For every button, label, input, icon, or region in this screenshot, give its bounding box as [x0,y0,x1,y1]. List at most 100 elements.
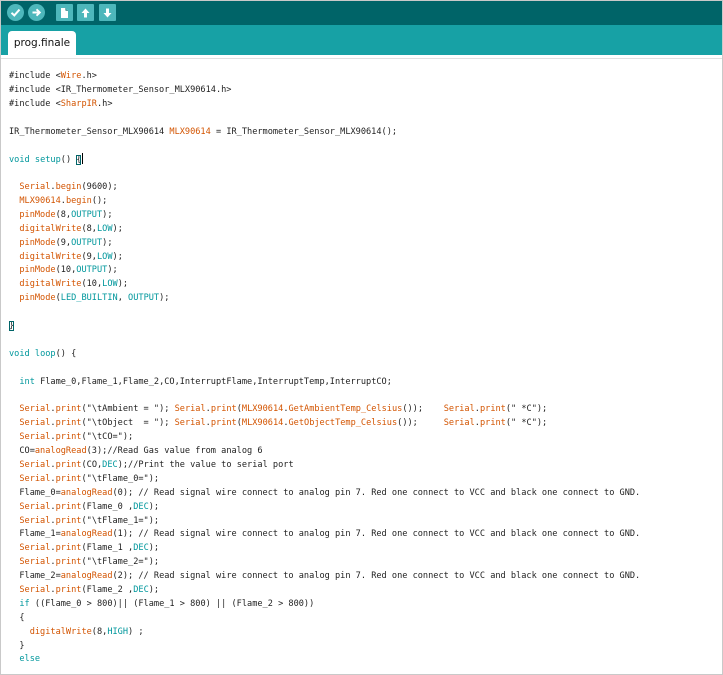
code-line: Serial.print(Flame_0 ,DEC); [9,501,640,515]
code-token: OUTPUT [76,265,108,276]
code-token: Serial [19,557,51,568]
code-token: ); [102,237,113,248]
ide-window: prog.finale #include <Wire.h> #include <I… [0,0,723,675]
code-token: = IR_Thermometer_Sensor_MLX90614(); [210,126,398,137]
code-token: print [55,473,82,484]
code-line: int Flame_0,Flame_1,Flame_2,CO,Interrupt… [9,376,640,390]
code-token: #include < [9,98,61,109]
code-line: Serial.print(Flame_1 ,DEC); [9,542,640,556]
code-token: Serial [19,432,51,443]
code-token: analogRead [60,529,113,540]
code-line: else [9,653,640,667]
code-token: LED_BUILTIN [60,293,118,304]
code-token: CO= [9,446,35,457]
code-token: , [117,293,129,304]
code-line: Serial.print("\tFlame_1="); [9,515,640,529]
code-token: Flame_2= [9,571,61,582]
code-line: } [9,320,640,334]
code-token: MLX90614 [241,404,284,415]
code-token: (2); // Read signal wire connect to anal… [112,571,641,582]
open-button[interactable] [77,4,94,21]
upload-button[interactable] [28,4,45,21]
code-token: (CO, [81,459,103,470]
code-line: digitalWrite(8,HIGH) ; [9,626,640,640]
code-token: ); [117,279,129,290]
code-token: ("\tObject = "); [81,418,175,429]
code-editor[interactable]: #include <Wire.h> #include <IR_Thermomete… [1,59,722,674]
code-token: int [19,376,35,387]
code-token: ); [107,265,118,276]
code-token: (" *C"); [505,418,548,429]
code-line: MLX90614.begin(); [9,195,640,209]
code-token: (8, [91,626,108,637]
code-line: Serial.print("\tObject = "); Serial.prin… [9,417,640,431]
code-token: print [210,404,237,415]
code-token: } [9,321,15,332]
code-token: Flame_1= [9,529,61,540]
code-token: analogRead [60,571,113,582]
code-token: LOW [96,223,113,234]
code-token: ); [148,584,160,595]
code-token: begin [55,182,82,193]
code-token: (8, [55,209,72,220]
code-token: digitalWrite [29,626,92,637]
verify-button[interactable] [7,4,24,21]
code-token: (" *C"); [505,404,548,415]
code-token: (); [91,196,108,207]
code-token: Serial [19,459,51,470]
code-line: Serial.print("\tCO="); [9,431,640,445]
code-token: DEC [102,459,118,470]
code-line: Serial.print("\tAmbient = "); Serial.pri… [9,403,640,417]
code-token: print [55,418,82,429]
code-token: ()); [402,404,444,415]
code-line: #include <SharpIR.h> [9,98,640,112]
code-token: (1); // Read signal wire connect to anal… [112,529,641,540]
code-token: (9600); [81,182,118,193]
code-token: (0); // Read signal wire connect to anal… [112,487,641,498]
code-token: print [55,459,82,470]
new-button[interactable] [56,4,73,21]
code-line: } [9,640,640,654]
tab-label: prog.finale [13,37,71,49]
code-token: .h> [96,98,113,109]
code-token: print [479,404,506,415]
code-token: LOW [96,251,113,262]
code-token: DEC [133,584,149,595]
code-token: (Flame_2 , [81,584,134,595]
code-token: ); [148,501,160,512]
code-line: Serial.print("\tFlame_2="); [9,556,640,570]
code-token: MLX90614 [169,126,211,137]
code-token: void [9,155,30,166]
arrow-up-icon [81,8,90,17]
code-token: .h> [81,71,97,81]
save-button[interactable] [99,4,116,21]
code-token: Wire [60,71,82,81]
code-token: Serial [19,543,51,554]
code-token: Serial [19,515,51,526]
code-token: setup [34,155,61,166]
code-token: LOW [102,279,118,290]
code-token: OUTPUT [71,209,103,220]
code-token: ) ; [128,626,144,637]
code-line: Flame_2=analogRead(2); // Read signal wi… [9,570,640,584]
code-token: Serial [443,404,475,415]
tab-prog-finale[interactable]: prog.finale [8,31,76,55]
code-line: IR_Thermometer_Sensor_MLX90614 MLX90614 … [9,126,640,140]
code-token: digitalWrite [19,251,82,262]
code-line: pinMode(8,OUTPUT); [9,209,640,223]
code-token: Flame_0,Flame_1,Flame_2,CO,InterruptFlam… [34,376,392,387]
code-token: digitalWrite [19,223,82,234]
code-line: { [9,612,640,626]
